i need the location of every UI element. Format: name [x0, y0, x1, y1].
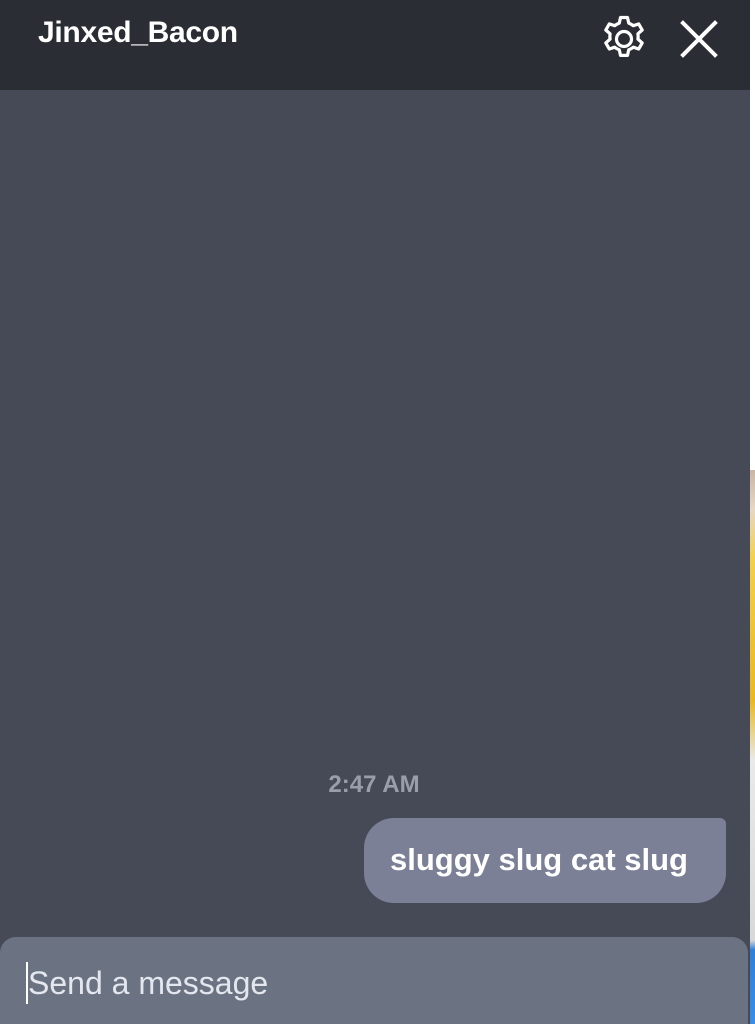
- text-caret: [26, 962, 28, 1004]
- message-timestamp: 2:47 AM: [0, 771, 750, 799]
- background-window-edge: [750, 0, 755, 1024]
- chat-window: Jinxed_Bacon 2:47 AM sluggy slug cat slu…: [0, 0, 750, 1024]
- message-bubble-outgoing: sluggy slug cat slug: [364, 818, 726, 903]
- chat-header: Jinxed_Bacon: [0, 0, 750, 90]
- close-icon: [680, 20, 718, 58]
- message-input[interactable]: [26, 961, 718, 1005]
- settings-button[interactable]: [597, 12, 651, 66]
- close-button[interactable]: [672, 12, 726, 66]
- page: Jinxed_Bacon 2:47 AM sluggy slug cat slu…: [0, 0, 755, 1024]
- message-composer: [0, 937, 748, 1024]
- message-text: sluggy slug cat slug: [390, 842, 688, 877]
- gear-icon: [604, 15, 644, 57]
- message-timestamp-text: 2:47 AM: [328, 771, 420, 798]
- chat-title: Jinxed_Bacon: [38, 16, 238, 49]
